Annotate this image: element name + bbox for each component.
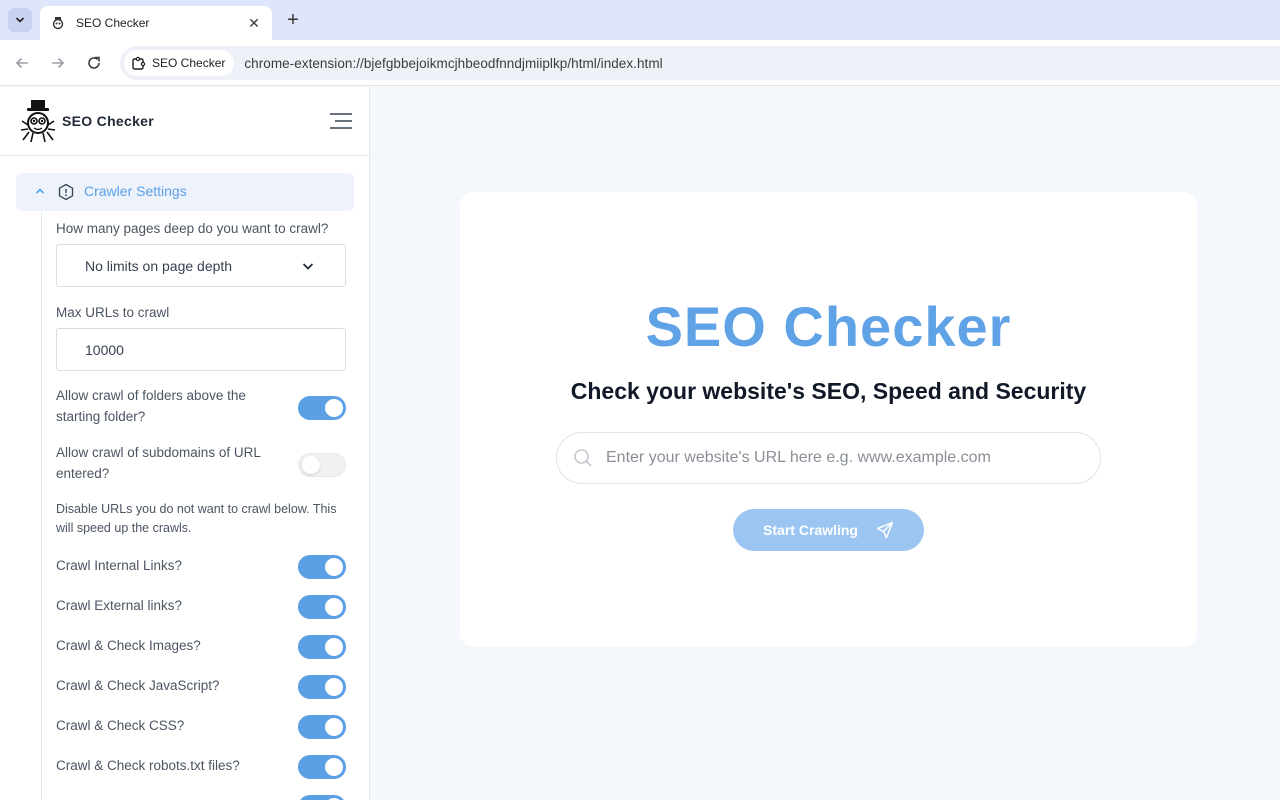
subdomains-label: Allow crawl of subdomains of URL entered…	[56, 445, 261, 481]
back-button[interactable]	[11, 52, 33, 74]
chevron-up-icon	[35, 188, 45, 194]
toggle-label: Crawl & Check robots.txt files?	[56, 758, 240, 773]
section-title: Crawler Settings	[84, 183, 187, 199]
brand-name: SEO Checker	[62, 113, 155, 129]
chevron-down-icon	[15, 17, 25, 23]
hero-subtitle: Check your website's SEO, Speed and Secu…	[570, 378, 1087, 404]
url-input[interactable]	[606, 449, 1076, 467]
subdomains-toggle[interactable]	[298, 453, 346, 477]
max-urls-input[interactable]: 10000	[56, 328, 346, 371]
spider-mascot-logo	[20, 100, 56, 143]
max-urls-label: Max URLs to crawl	[56, 305, 170, 320]
arrow-left-icon	[15, 57, 28, 69]
search-icon	[574, 449, 592, 467]
depth-label: How many pages deep do you want to crawl…	[56, 221, 329, 236]
next-setting-toggle[interactable]	[298, 795, 346, 800]
new-tab-button[interactable]: +	[282, 8, 304, 32]
folders-toggle[interactable]	[298, 396, 346, 420]
start-crawling-label: Start Crawling	[763, 522, 858, 538]
crawl-internal-toggle[interactable]	[298, 555, 346, 579]
folders-label: Allow crawl of folders above the startin…	[56, 388, 246, 424]
tab-search-button[interactable]	[8, 8, 32, 32]
browser-tab-bar: SEO Checker ✕ +	[0, 0, 1280, 40]
site-chip-label: SEO Checker	[152, 56, 226, 70]
arrow-right-icon	[52, 57, 65, 69]
url-text[interactable]: chrome-extension://bjefgbbejoikmcjhbeodf…	[244, 56, 662, 71]
forward-button[interactable]	[47, 52, 69, 74]
toggle-label: Crawl & Check Images?	[56, 638, 201, 653]
toggle-label: Crawl External links?	[56, 598, 183, 613]
address-bar[interactable]: SEO Checker chrome-extension://bjefgbbej…	[120, 46, 1280, 80]
hero-title: SEO Checker	[645, 295, 1012, 358]
disable-note: Disable URLs you do not want to crawl be…	[56, 502, 337, 535]
browser-tab[interactable]: SEO Checker ✕	[40, 6, 272, 40]
send-icon	[876, 521, 894, 539]
page-depth-select[interactable]: No limits on page depth	[56, 244, 346, 287]
crawl-card: SEO Checker Check your website's SEO, Sp…	[460, 192, 1197, 647]
page-depth-value: No limits on page depth	[85, 257, 233, 274]
reload-button[interactable]	[83, 52, 105, 74]
toggle-label: Crawl Internal Links?	[56, 558, 183, 573]
browser-toolbar: SEO Checker chrome-extension://bjefgbbej…	[0, 40, 1280, 86]
site-info-chip[interactable]: SEO Checker	[124, 50, 235, 76]
extension-icon	[132, 56, 146, 70]
menu-icon[interactable]	[328, 112, 354, 130]
sidebar-brand: SEO Checker	[0, 87, 369, 156]
spider-logo-icon	[50, 15, 66, 31]
sidebar: SEO Checker Crawler Settings How many pa…	[0, 87, 370, 800]
url-search-box[interactable]	[556, 432, 1101, 484]
crawler-settings-header[interactable]: Crawler Settings	[16, 173, 354, 211]
reload-icon	[88, 56, 100, 69]
crawl-css-toggle[interactable]	[298, 715, 346, 739]
crawl-robots-toggle[interactable]	[298, 755, 346, 779]
settings-rail	[41, 211, 42, 800]
crawl-javascript-toggle[interactable]	[298, 675, 346, 699]
start-crawling-button[interactable]: Start Crawling	[733, 509, 924, 551]
toggle-label: Crawl & Check JavaScript?	[56, 678, 220, 693]
tab-title: SEO Checker	[76, 16, 150, 30]
toggle-label: Crawl & Check CSS?	[56, 718, 185, 733]
chevron-down-icon	[302, 262, 314, 270]
close-icon[interactable]: ✕	[246, 15, 262, 31]
crawl-images-toggle[interactable]	[298, 635, 346, 659]
crawl-external-toggle[interactable]	[298, 595, 346, 619]
hexagon-info-icon	[58, 183, 74, 201]
